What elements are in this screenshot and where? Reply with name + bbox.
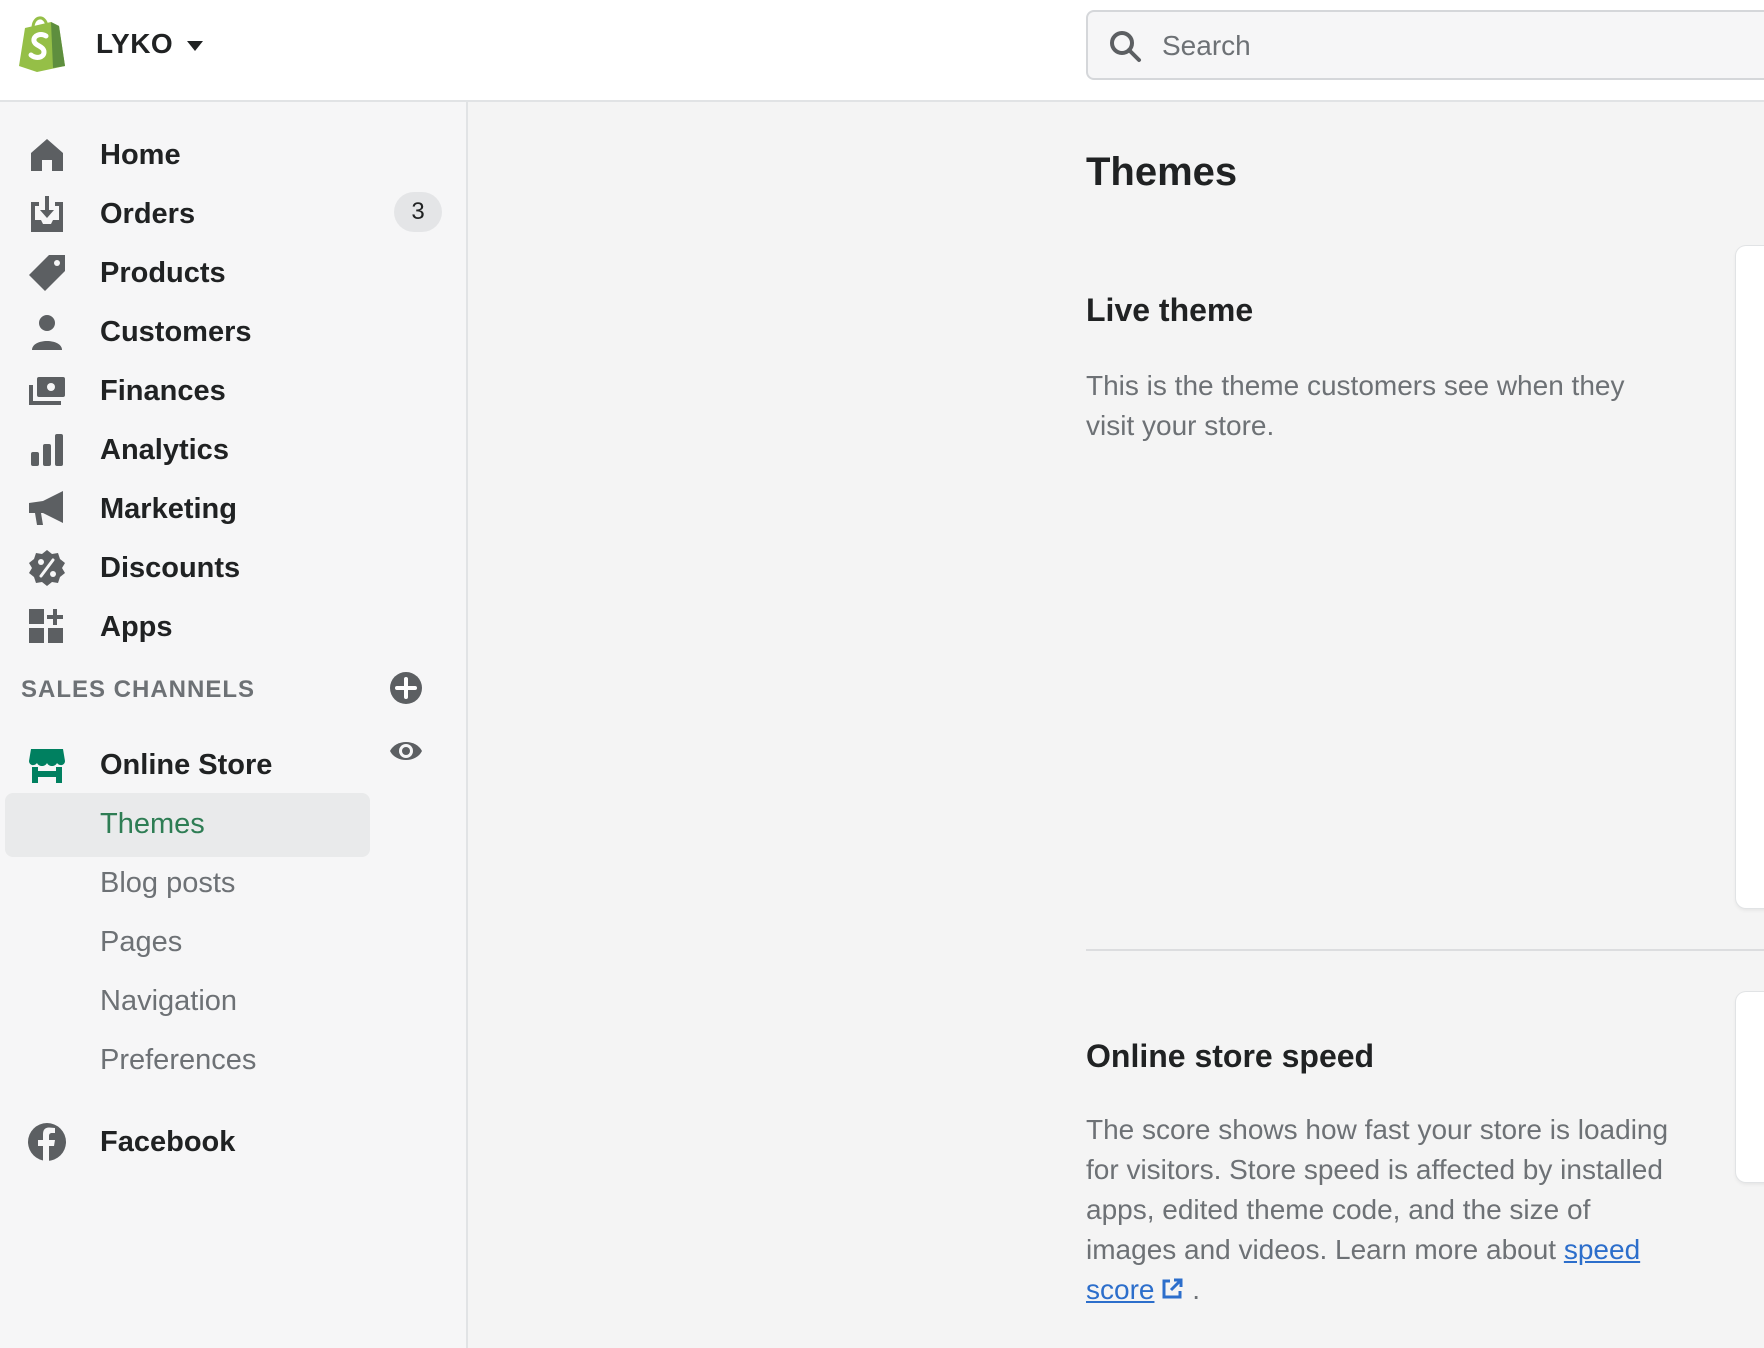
sidebar-subitem-preferences[interactable]: Preferences: [0, 1030, 468, 1090]
sidebar-item-facebook[interactable]: Facebook: [0, 1112, 468, 1172]
sidebar-subitem-label: Themes: [100, 808, 205, 840]
sidebar-item-analytics[interactable]: Analytics: [0, 420, 468, 480]
sidebar: Home Orders 3 Products Customers Finance…: [0, 102, 468, 1348]
store-speed-description: The score shows how fast your store is l…: [1086, 1110, 1676, 1310]
discount-icon: [29, 550, 65, 586]
sidebar-item-label: Customers: [100, 316, 252, 348]
person-icon: [32, 315, 62, 350]
sidebar-item-marketing[interactable]: Marketing: [0, 479, 468, 539]
sales-channels-heading: SALES CHANNELS: [21, 676, 256, 703]
view-store-eye-icon[interactable]: [388, 733, 424, 769]
sidebar-item-label: Finances: [100, 375, 226, 407]
sidebar-item-orders[interactable]: Orders 3: [0, 184, 468, 244]
sidebar-item-label: Apps: [100, 611, 173, 643]
home-icon: [31, 139, 63, 171]
orders-count-badge: 3: [394, 192, 442, 232]
sidebar-item-label: Orders: [100, 198, 196, 230]
shopify-logo-icon[interactable]: [17, 14, 67, 72]
facebook-icon: [28, 1123, 66, 1161]
sidebar-subitem-label: Navigation: [100, 985, 238, 1017]
sidebar-item-label: Home: [100, 139, 181, 171]
sidebar-subitem-label: Blog posts: [100, 867, 236, 899]
sidebar-item-finances[interactable]: Finances: [0, 361, 468, 421]
store-speed-title: Online store speed: [1086, 1038, 1375, 1074]
megaphone-icon: [29, 491, 63, 525]
sidebar-subitem-blog-posts[interactable]: Blog posts: [0, 853, 468, 913]
sidebar-subitem-navigation[interactable]: Navigation: [0, 971, 468, 1031]
page-title: Themes: [1086, 150, 1238, 194]
live-theme-description: This is the theme customers see when the…: [1086, 370, 1625, 441]
orders-icon: [31, 196, 63, 232]
section-divider: [1086, 949, 1764, 951]
sidebar-item-label: Products: [100, 257, 226, 289]
store-name[interactable]: LYKO: [96, 28, 173, 60]
sidebar-item-label: Facebook: [100, 1126, 236, 1158]
add-sales-channel-icon[interactable]: [388, 670, 424, 706]
sidebar-item-discounts[interactable]: Discounts: [0, 538, 468, 598]
sidebar-item-products[interactable]: Products: [0, 243, 468, 303]
sidebar-subitem-label: Pages: [100, 926, 183, 958]
live-theme-card: [1736, 246, 1764, 908]
sidebar-item-apps[interactable]: Apps: [0, 597, 468, 657]
tag-icon: [29, 255, 65, 291]
online-store-icon: [29, 749, 65, 783]
search-bar[interactable]: Search: [1086, 10, 1764, 80]
top-bar: LYKO Search: [0, 0, 1764, 102]
external-link-icon[interactable]: [1160, 1277, 1184, 1301]
bar-chart-icon: [31, 434, 63, 466]
sidebar-item-label: Analytics: [100, 434, 229, 466]
trailing-period: .: [1192, 1274, 1201, 1305]
sidebar-item-home[interactable]: Home: [0, 125, 468, 185]
live-theme-title: Live theme: [1086, 292, 1254, 328]
sidebar-subitem-label: Preferences: [100, 1044, 257, 1076]
finances-icon: [29, 377, 65, 405]
sidebar-item-label: Marketing: [100, 493, 237, 525]
speed-score-card: [1736, 992, 1764, 1182]
search-input[interactable]: Search: [1162, 30, 1251, 62]
apps-icon: [29, 609, 63, 643]
sidebar-subitem-themes[interactable]: Themes: [0, 793, 468, 857]
caret-down-icon[interactable]: [186, 40, 204, 52]
sidebar-item-customers[interactable]: Customers: [0, 302, 468, 362]
sidebar-subitem-pages[interactable]: Pages: [0, 912, 468, 972]
sidebar-item-label: Online Store: [100, 749, 273, 781]
search-icon: [1110, 31, 1141, 62]
sidebar-item-label: Discounts: [100, 552, 241, 584]
